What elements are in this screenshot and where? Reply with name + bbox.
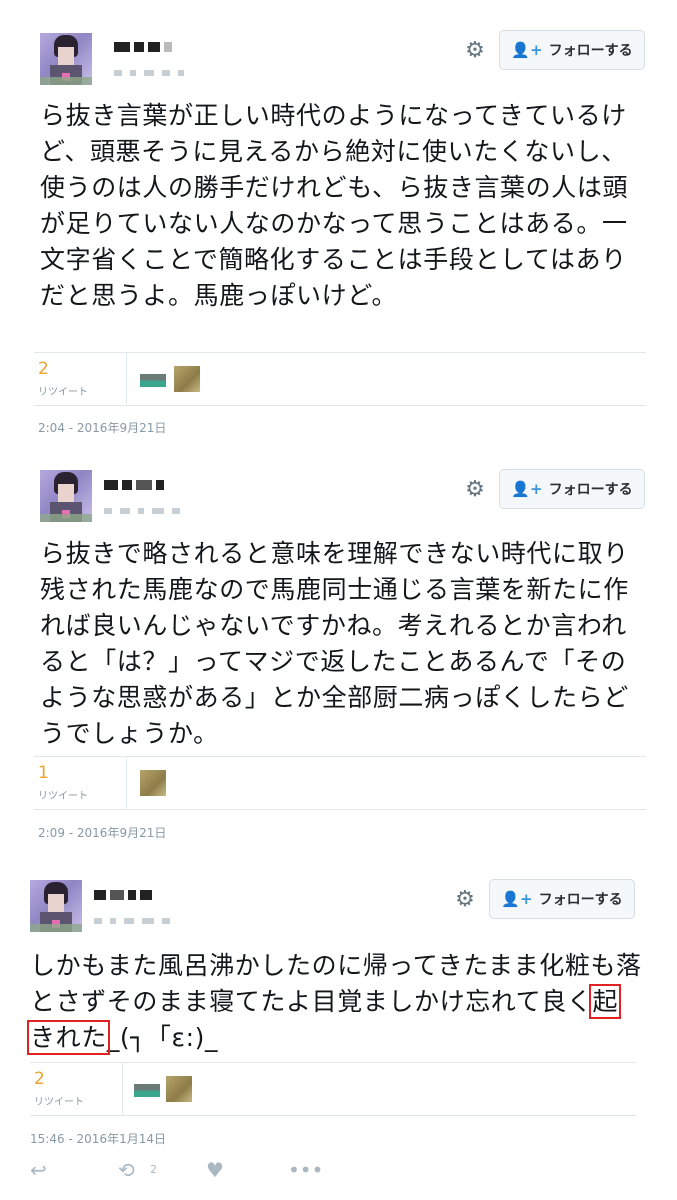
timestamp[interactable]: 15:46 - 2016年1月14日 (30, 1130, 166, 1147)
tweet-stats: 2 リツイート (34, 352, 646, 406)
follow-button[interactable]: 👤+ フォローする (499, 30, 645, 70)
add-user-icon: 👤+ (501, 890, 533, 908)
tweet-text: ら抜き言葉が正しい時代のようになってきているけど、頭悪そうに見えるから絶対に使い… (40, 101, 629, 310)
follow-label: フォローする (548, 43, 633, 59)
gear-icon[interactable]: ⚙ (464, 479, 486, 501)
follow-label: フォローする (538, 892, 623, 908)
reply-icon[interactable]: ↩ (30, 1158, 47, 1182)
timestamp[interactable]: 2:09 - 2016年9月21日 (38, 824, 166, 841)
add-user-icon: 👤+ (511, 480, 543, 498)
tweet-text: ら抜きで略されると意味を理解できない時代に取り残された馬鹿なので馬鹿同士通じる言… (40, 539, 629, 748)
follow-button[interactable]: 👤+ フォローする (489, 879, 635, 919)
pixelated-handle (114, 70, 192, 78)
tweet-text-before: しかもまた風呂沸かしたのに帰ってきたまま化粧も落とさずそのまま寝てたよ目覚ましか… (30, 951, 642, 1016)
tweet-text: しかもまた風呂沸かしたのに帰ってきたまま化粧も落とさずそのまま寝てたよ目覚ましか… (26, 948, 642, 1056)
more-icon[interactable]: ••• (288, 1158, 323, 1182)
retweet-label: リツイート (38, 387, 88, 398)
retweeter-avatar[interactable] (140, 366, 166, 392)
pixelated-username[interactable] (94, 890, 156, 904)
retweet-count[interactable]: 1 (38, 763, 49, 783)
follow-button[interactable]: 👤+ フォローする (499, 469, 645, 509)
retweet-action-count: 2 (150, 1163, 157, 1176)
retweeter-avatar[interactable] (166, 1076, 192, 1102)
follow-label: フォローする (548, 482, 633, 498)
avatar[interactable] (30, 880, 82, 932)
retweet-label: リツイート (34, 1097, 84, 1108)
tweet-stats: 2 リツイート (30, 1062, 636, 1116)
heart-icon[interactable]: ♥ (206, 1158, 224, 1182)
retweeter-avatar[interactable] (134, 1076, 160, 1102)
tweet-stats: 1 リツイート (34, 756, 646, 810)
add-user-icon: 👤+ (511, 41, 543, 59)
gear-icon[interactable]: ⚙ (464, 40, 486, 62)
avatar[interactable] (40, 33, 92, 85)
retweeter-avatar[interactable] (140, 770, 166, 796)
retweeter-avatar[interactable] (174, 366, 200, 392)
pixelated-handle (104, 508, 188, 516)
tweet-text-after: _(┐「ε:)_ (106, 1023, 219, 1052)
avatar[interactable] (40, 470, 92, 522)
pixelated-username[interactable] (104, 480, 168, 494)
retweet-icon[interactable]: ⟲ (118, 1158, 135, 1182)
retweet-count[interactable]: 2 (34, 1069, 45, 1089)
pixelated-username[interactable] (114, 42, 176, 56)
retweet-label: リツイート (38, 791, 88, 802)
timestamp[interactable]: 2:04 - 2016年9月21日 (38, 419, 166, 436)
tweet-actions: ↩ ⟲ 2 ♥ ••• (30, 1158, 330, 1184)
pixelated-handle (94, 918, 178, 926)
gear-icon[interactable]: ⚙ (454, 889, 476, 911)
retweet-count[interactable]: 2 (38, 359, 49, 379)
